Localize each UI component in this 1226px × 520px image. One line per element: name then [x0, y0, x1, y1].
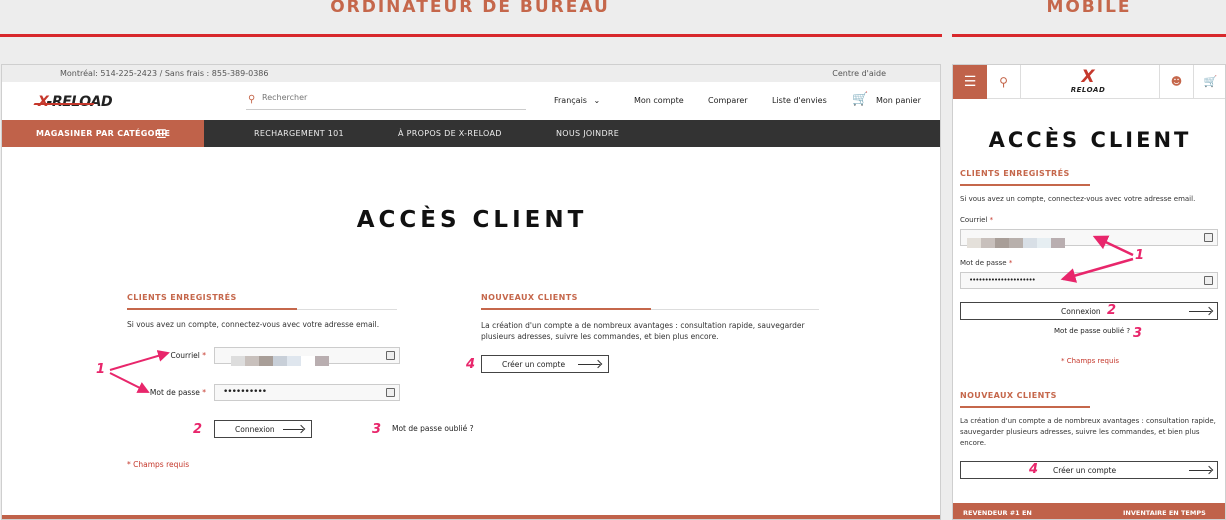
- hamburger-icon: ☰: [156, 127, 168, 141]
- desktop-section-heading: ORDINATEUR DE BUREAU: [330, 0, 610, 17]
- password-key-icon[interactable]: [1204, 276, 1213, 285]
- arrow-right-icon: [578, 364, 600, 365]
- category-nav-bar: MAGASINER PAR CATÉGORIE ☰ RECHARGEMENT 1…: [2, 120, 940, 147]
- compare-link[interactable]: Comparer: [708, 96, 748, 105]
- cart-icon[interactable]: 🛒: [852, 92, 868, 107]
- annotation-3: 3: [372, 422, 382, 437]
- search-bar: ⚲: [246, 92, 526, 110]
- mobile-section-rule: [952, 34, 1226, 37]
- password-label: Mot de passe *: [960, 259, 1013, 267]
- nav-rechargement-101[interactable]: RECHARGEMENT 101: [254, 129, 344, 138]
- nav-contact-us[interactable]: NOUS JOINDRE: [556, 129, 619, 138]
- cart-icon[interactable]: 🛒: [1193, 65, 1225, 99]
- login-button[interactable]: Connexion: [214, 420, 312, 438]
- annotation-1: 1: [1135, 248, 1145, 263]
- email-label: Courriel *: [960, 216, 994, 224]
- footer-strip: [2, 515, 940, 519]
- blurred-email-value: [967, 233, 1065, 248]
- registered-clients-title: CLIENTS ENREGISTRÉS: [960, 169, 1070, 178]
- phone-numbers: Montréal: 514-225-2423 / Sans frais : 85…: [60, 69, 269, 78]
- registered-intro: Si vous avez un compte, connectez-vous a…: [127, 320, 380, 329]
- password-field[interactable]: •••••••••••••••••••••: [960, 272, 1218, 289]
- top-info-bar: Montréal: 514-225-2423 / Sans frais : 85…: [2, 65, 940, 82]
- my-cart-link[interactable]: Mon panier: [876, 96, 921, 105]
- required-fields-note: * Champs requis: [127, 460, 190, 469]
- page-title: ACCÈS CLIENT: [356, 207, 588, 233]
- password-key-icon[interactable]: [1204, 233, 1213, 242]
- registered-clients-title: CLIENTS ENREGISTRÉS: [127, 293, 237, 302]
- new-clients-underline: [960, 406, 1090, 408]
- user-icon[interactable]: ☻: [1159, 65, 1193, 99]
- password-key-icon[interactable]: [386, 351, 395, 360]
- blurred-email-value: [231, 351, 329, 366]
- hamburger-icon[interactable]: ☰: [953, 65, 987, 99]
- mobile-footer-strip: REVENDEUR #1 EN INVENTAIRE EN TEMPS: [953, 503, 1225, 519]
- language-selector[interactable]: Français ⌄: [554, 96, 600, 105]
- wishlist-link[interactable]: Liste d'envies: [772, 96, 827, 105]
- password-key-icon[interactable]: [386, 388, 395, 397]
- page-title: ACCÈS CLIENT: [988, 128, 1192, 152]
- email-label: Courriel *: [170, 351, 206, 360]
- xreload-logo[interactable]: X RELOAD: [1063, 68, 1113, 96]
- footer-right-text: INVENTAIRE EN TEMPS: [1123, 509, 1206, 517]
- shop-by-category-button[interactable]: MAGASINER PAR CATÉGORIE ☰: [2, 120, 204, 147]
- forgot-password-link[interactable]: Mot de passe oublié ?: [392, 424, 474, 433]
- annotation-4: 4: [466, 357, 476, 372]
- annotation-2: 2: [1107, 303, 1117, 318]
- desktop-section-rule: [0, 34, 942, 37]
- registered-intro: Si vous avez un compte, connectez-vous a…: [960, 195, 1196, 203]
- email-field[interactable]: [960, 229, 1218, 248]
- help-center-link[interactable]: Centre d'aide: [832, 69, 886, 78]
- registered-title-rule: [297, 309, 397, 310]
- required-fields-note: * Champs requis: [1061, 357, 1119, 365]
- mobile-section-heading: MOBILE: [1046, 0, 1132, 17]
- search-icon[interactable]: ⚲: [987, 65, 1021, 99]
- registered-title-underline: [960, 184, 1090, 186]
- arrow-right-icon: [1189, 311, 1211, 312]
- new-clients-title: NOUVEAUX CLIENTS: [960, 391, 1057, 400]
- xreload-logo[interactable]: X-RELOAD: [33, 94, 113, 110]
- annotation-1: 1: [96, 362, 106, 377]
- arrow-right-icon: [1189, 470, 1211, 471]
- annotation-3: 3: [1133, 326, 1143, 341]
- forgot-password-link[interactable]: Mot de passe oublié ?: [1054, 327, 1130, 335]
- registered-title-underline: [127, 308, 297, 310]
- search-icon[interactable]: ⚲: [248, 94, 255, 105]
- new-clients-text: La création d'un compte a de nombreux av…: [960, 417, 1216, 447]
- password-label: Mot de passe *: [149, 388, 206, 397]
- create-account-button[interactable]: Créer un compte: [960, 461, 1218, 479]
- new-clients-underline: [481, 308, 651, 310]
- main-header: X-RELOAD ⚲ Français ⌄ Mon compte Compare…: [2, 82, 940, 122]
- search-input[interactable]: [262, 93, 512, 102]
- arrow-right-icon: [283, 429, 303, 430]
- new-clients-text: La création d'un compte a de nombreux av…: [481, 321, 805, 341]
- desktop-frame: Montréal: 514-225-2423 / Sans frais : 85…: [1, 64, 941, 520]
- new-clients-title: NOUVEAUX CLIENTS: [481, 293, 578, 302]
- my-account-link[interactable]: Mon compte: [634, 96, 684, 105]
- new-clients-rule: [651, 309, 819, 310]
- chevron-down-icon: ⌄: [593, 96, 601, 105]
- mobile-frame: ☰ ⚲ X RELOAD ☻ 🛒 ACCÈS CLIENT CLIENTS EN…: [952, 64, 1226, 520]
- password-field[interactable]: ••••••••••: [214, 384, 400, 401]
- create-account-button[interactable]: Créer un compte: [481, 355, 609, 373]
- login-button[interactable]: Connexion: [960, 302, 1218, 320]
- mobile-header: ☰ ⚲ X RELOAD ☻ 🛒: [953, 65, 1225, 99]
- email-field[interactable]: [214, 347, 400, 366]
- footer-left-text: REVENDEUR #1 EN: [963, 509, 1032, 517]
- nav-about-xreload[interactable]: À PROPOS DE X-RELOAD: [398, 129, 502, 138]
- annotation-4: 4: [1029, 462, 1039, 477]
- annotation-2: 2: [193, 422, 203, 437]
